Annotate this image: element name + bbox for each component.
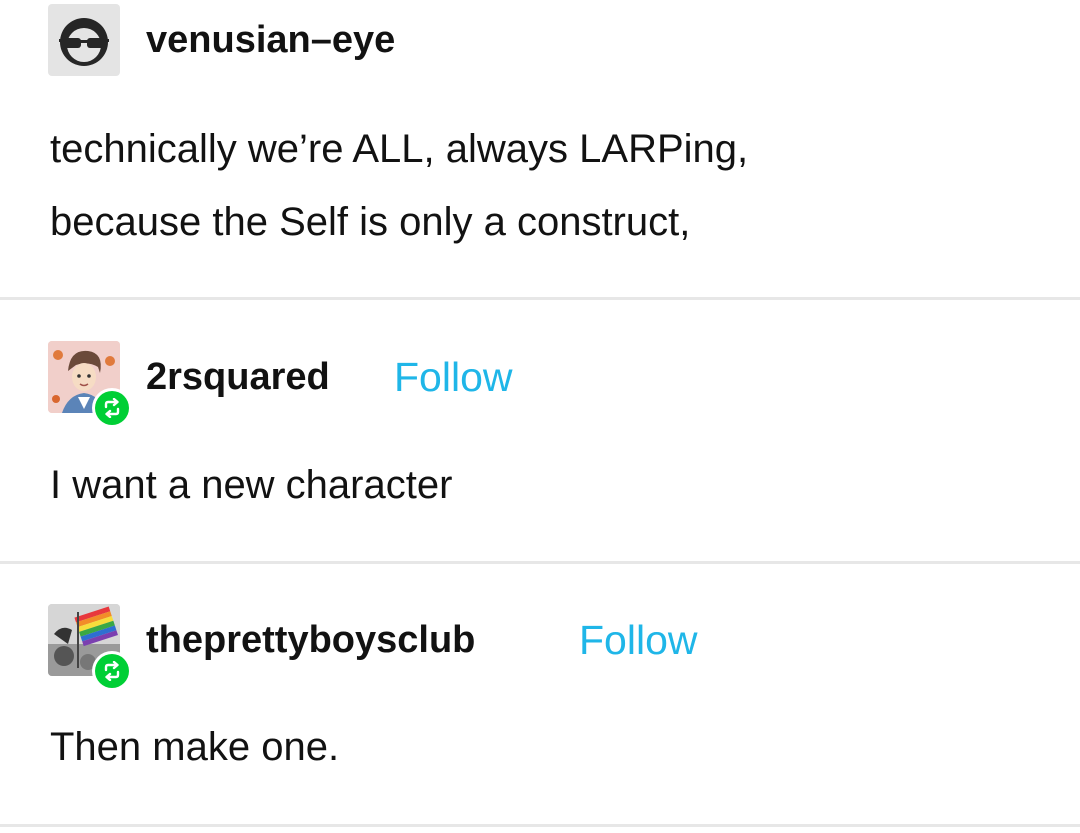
reblog-badge	[92, 388, 132, 428]
follow-button[interactable]: Follow	[394, 354, 512, 401]
username[interactable]: 2rsquared	[146, 356, 330, 399]
avatar[interactable]	[48, 4, 120, 76]
sunglasses-face-icon	[59, 18, 109, 66]
post-text-line: technically we’re ALL, always LARPing,	[50, 127, 749, 171]
post-text-line: Then make one.	[50, 725, 340, 769]
post-separator	[0, 824, 1080, 827]
post-text-line: I want a new character	[50, 463, 453, 507]
username[interactable]: venusian–eye	[146, 19, 395, 62]
reblog-badge	[92, 651, 132, 691]
post-text-line: because the Self is only a construct,	[50, 200, 691, 244]
follow-button[interactable]: Follow	[579, 617, 697, 664]
post-separator	[0, 561, 1080, 564]
post-separator	[0, 297, 1080, 300]
username[interactable]: theprettyboysclub	[146, 619, 475, 662]
reblog-icon	[104, 398, 120, 418]
reblog-icon	[104, 661, 120, 681]
